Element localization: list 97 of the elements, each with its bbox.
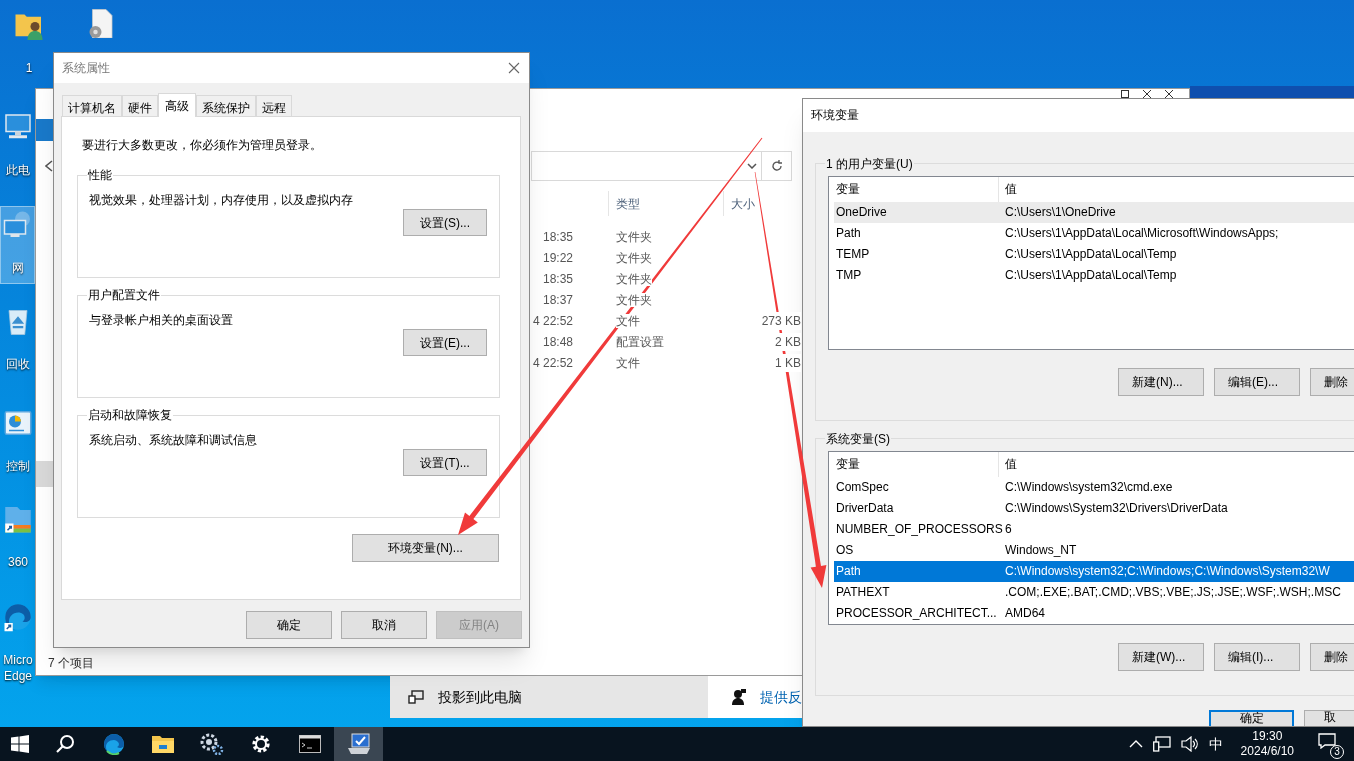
table-cell: 配置设置 xyxy=(616,334,664,349)
status-text: 7 个项目 xyxy=(48,655,94,672)
table-cell-text: C:\Users\1\AppData\Local\Temp xyxy=(1004,246,1177,264)
table-row[interactable]: OS Windows_NT xyxy=(834,539,1354,561)
table-cell-text: C:\Windows\system32\cmd.exe xyxy=(1004,479,1173,497)
settings-item[interactable]: 投影到此电脑 xyxy=(390,676,708,718)
dialog-button[interactable]: 删除 xyxy=(1310,642,1354,671)
table-row[interactable]: TMP C:\Users\1\AppData\Local\Temp xyxy=(834,264,1354,286)
group-description: 与登录帐户相关的桌面设置 xyxy=(89,312,234,329)
table-cell-text: PATHEXT xyxy=(835,584,891,602)
table-cell-text: 4 22:52 xyxy=(531,354,573,372)
table-cell-text: Path xyxy=(835,563,862,581)
table-cell-text: TEMP xyxy=(835,246,871,264)
table-cell-text: ComSpec xyxy=(835,479,890,497)
group-title: 1 的用户变量(U) xyxy=(825,156,914,171)
table-cell-text: C:\Users\1\AppData\Local\Temp xyxy=(1004,267,1177,285)
table-cell-text: 18:37 xyxy=(541,291,573,309)
table-cell-text: 18:35 xyxy=(541,228,573,246)
table-cell-text: OneDrive xyxy=(835,204,888,222)
group-description: 系统启动、系统故障和调试信息 xyxy=(89,432,258,449)
table-cell-text: AMD64 xyxy=(1004,605,1045,623)
table-cell-text: TMP xyxy=(835,267,863,285)
tab[interactable]: 硬件 xyxy=(122,95,158,116)
dialog-button[interactable]: 编辑(I)... xyxy=(1214,642,1300,671)
settings-button[interactable]: 设置(E)... xyxy=(403,329,487,356)
group-title: 系统变量(S) xyxy=(825,431,891,446)
table-cell-text: OS xyxy=(835,542,855,560)
dialog-button[interactable]: 新建(W)... xyxy=(1118,642,1204,671)
table-cell-text: 18:48 xyxy=(541,333,573,351)
group-title: 性能 xyxy=(87,168,113,182)
column-header[interactable]: 变量 xyxy=(829,451,999,477)
window-title: 系统属性 xyxy=(62,60,110,77)
group-title: 用户配置文件 xyxy=(87,288,161,302)
table-cell-text: Path xyxy=(835,225,862,243)
table-row[interactable]: Path C:\Windows\system32;C:\Windows;C:\Windows\System32\W xyxy=(834,560,1354,582)
table-cell: 文件夹 xyxy=(616,250,652,265)
table-cell-text: C:\Users\1\OneDrive xyxy=(1004,204,1116,222)
tab[interactable]: 高级 xyxy=(158,93,196,117)
column-header[interactable]: 值 xyxy=(999,455,1017,474)
icon-label: 网 xyxy=(11,260,25,276)
input-method-button[interactable]: 中 xyxy=(1208,733,1223,755)
icon-label: 此电 xyxy=(5,162,31,178)
table-cell-text: 4 22:52 xyxy=(531,312,573,330)
window-title: 环境变量 xyxy=(811,107,859,125)
table-row[interactable]: OneDrive C:\Users\1\OneDrive xyxy=(834,201,1354,223)
icon-label: Micro Edge xyxy=(2,652,34,684)
dialog-button[interactable]: 编辑(E)... xyxy=(1214,367,1300,396)
table-row[interactable]: DriverData C:\Windows\System32\Drivers\DriverData xyxy=(834,497,1354,519)
table-row[interactable]: PROCESSOR_ARCHITECT... AMD64 xyxy=(834,602,1354,624)
icon-label: 回收 xyxy=(5,356,31,372)
table-row[interactable]: NUMBER_OF_PROCESSORS 6 xyxy=(834,518,1354,540)
settings-button[interactable]: 设置(S)... xyxy=(403,209,487,236)
table-cell-text: 6 xyxy=(1004,521,1012,539)
table-cell-text: .COM;.EXE;.BAT;.CMD;.VBS;.VBE;.JS;.JSE;.WSF;.WSH;.MSC xyxy=(1004,584,1341,602)
table-cell: 文件夹 xyxy=(616,271,652,286)
table-cell: 1 KB xyxy=(775,353,801,372)
dialog-button[interactable]: 取消 xyxy=(341,611,427,639)
table-cell: 文件 xyxy=(616,313,640,328)
dialog-button[interactable]: 取 xyxy=(1304,710,1354,726)
icon-label: 控制 xyxy=(5,458,31,474)
notice-text: 要进行大多数更改，你必须作为管理员登录。 xyxy=(82,137,323,154)
group-title: 启动和故障恢复 xyxy=(87,408,173,422)
table-cell: 文件夹 xyxy=(616,292,652,307)
table-row[interactable]: TEMP C:\Users\1\AppData\Local\Temp xyxy=(834,243,1354,265)
table-cell-text: DriverData xyxy=(835,500,895,518)
table-row[interactable]: ComSpec C:\Windows\system32\cmd.exe xyxy=(834,476,1354,498)
table-cell-text: C:\Windows\system32;C:\Windows;C:\Windows\System32\W xyxy=(1004,563,1330,581)
clock-time[interactable]: 19:30 xyxy=(1252,729,1283,744)
notification-count: 3 xyxy=(1330,745,1344,759)
tab[interactable]: 计算机名 xyxy=(62,95,122,116)
icon-label: 1 xyxy=(24,60,34,76)
icon-label: 360 xyxy=(7,554,29,570)
dialog-button[interactable]: 新建(N)... xyxy=(1118,367,1204,396)
table-cell: 文件 xyxy=(616,355,640,370)
column-header[interactable]: 变量 xyxy=(829,176,999,202)
table-cell-text: 18:35 xyxy=(541,270,573,288)
clock-date[interactable]: 2024/6/10 xyxy=(1240,744,1294,759)
feedback-link[interactable]: 提供反 xyxy=(760,686,802,708)
tab[interactable]: 系统保护 xyxy=(196,95,256,116)
tab[interactable]: 远程 xyxy=(256,95,292,116)
table-row[interactable]: Path C:\Users\1\AppData\Local\Microsoft\WindowsApps; xyxy=(834,222,1354,244)
table-cell-text: 19:22 xyxy=(541,249,573,267)
table-row[interactable]: PATHEXT .COM;.EXE;.BAT;.CMD;.VBS;.VBE;.JS;.JSE;.WSF;.WSH;.MSC xyxy=(834,581,1354,603)
settings-button[interactable]: 设置(T)... xyxy=(403,449,487,476)
group-description: 视觉效果，处理器计划，内存使用，以及虚拟内存 xyxy=(89,192,354,209)
environment-variables-button[interactable]: 环境变量(N)... xyxy=(352,534,499,562)
dialog-button[interactable]: 删除 xyxy=(1310,367,1354,396)
table-cell-text: C:\Windows\System32\Drivers\DriverData xyxy=(1004,500,1228,518)
table-cell-text: PROCESSOR_ARCHITECT... xyxy=(835,605,998,623)
table-cell-text: C:\Users\1\AppData\Local\Microsoft\WindowsApps; xyxy=(1004,225,1279,243)
dialog-button[interactable]: 确定 xyxy=(1209,710,1295,726)
dialog-button[interactable]: 确定 xyxy=(246,611,332,639)
table-cell: 2 KB xyxy=(775,332,801,351)
column-header[interactable]: 值 xyxy=(999,180,1017,199)
table-cell: 文件夹 xyxy=(616,229,652,244)
table-cell: 273 KB xyxy=(761,311,801,330)
table-cell-text: Windows_NT xyxy=(1004,542,1077,560)
